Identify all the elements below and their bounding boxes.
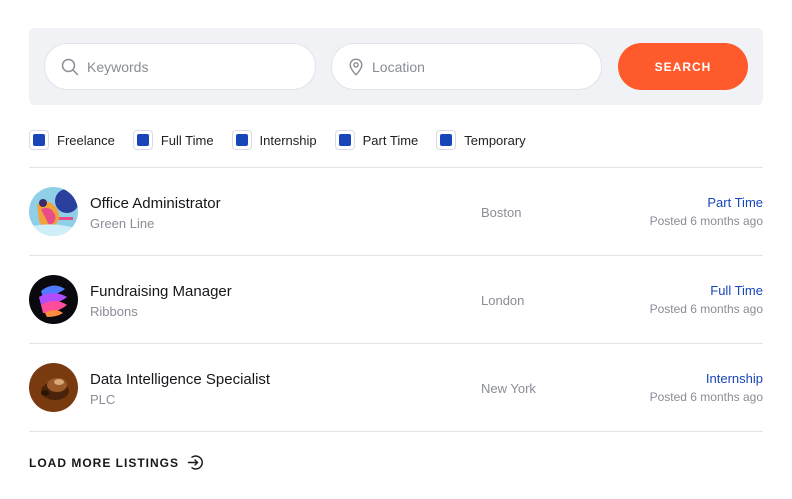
- part-time-checkbox[interactable]: [334, 130, 355, 150]
- filter-label: Freelance: [57, 132, 115, 148]
- job-listings-page: SEARCH Freelance Full Time Internship Pa…: [0, 0, 792, 499]
- location-input[interactable]: [372, 58, 572, 75]
- listing-row[interactable]: Fundraising Manager Ribbons London Full …: [29, 256, 763, 344]
- company-name: Green Line: [90, 216, 155, 231]
- temporary-checkbox[interactable]: [436, 130, 457, 150]
- job-title[interactable]: Office Administrator: [90, 195, 221, 212]
- filter-part-time[interactable]: Part Time: [334, 130, 419, 150]
- divider: [29, 431, 763, 432]
- job-type-badge: Full Time: [710, 283, 763, 298]
- filter-freelance[interactable]: Freelance: [29, 130, 115, 150]
- job-type-filters: Freelance Full Time Internship Part Time…: [29, 129, 544, 151]
- internship-checkbox[interactable]: [231, 130, 252, 150]
- company-name: PLC: [90, 392, 116, 407]
- posted-date: Posted 6 months ago: [649, 214, 763, 228]
- job-location: New York: [481, 381, 536, 396]
- location-field[interactable]: [331, 43, 602, 90]
- company-logo: [29, 187, 78, 236]
- filter-temporary[interactable]: Temporary: [436, 130, 526, 150]
- listing-row[interactable]: Office Administrator Green Line Boston P…: [29, 168, 763, 256]
- keywords-input[interactable]: [87, 58, 287, 75]
- job-type-badge: Internship: [705, 371, 763, 386]
- full-time-checkbox[interactable]: [132, 130, 153, 150]
- filter-label: Temporary: [464, 132, 526, 148]
- search-panel: SEARCH: [29, 28, 763, 105]
- freelance-checkbox[interactable]: [29, 130, 49, 150]
- job-location: Boston: [481, 205, 522, 220]
- arrow-right-circle-icon: [187, 455, 203, 470]
- posted-date: Posted 6 months ago: [649, 302, 763, 316]
- keywords-field[interactable]: [44, 43, 316, 90]
- load-more-button[interactable]: LOAD MORE LISTINGS: [29, 454, 204, 471]
- job-title[interactable]: Fundraising Manager: [90, 283, 232, 300]
- job-title[interactable]: Data Intelligence Specialist: [90, 371, 270, 388]
- posted-date: Posted 6 months ago: [649, 390, 763, 404]
- filter-label: Full Time: [160, 132, 214, 148]
- search-icon: [61, 58, 79, 75]
- company-logo: [29, 275, 78, 324]
- company-logo: [29, 363, 78, 412]
- listing-row[interactable]: Data Intelligence Specialist PLC New Yor…: [29, 344, 763, 432]
- job-type-badge: Part Time: [707, 195, 763, 210]
- load-more-label: LOAD MORE LISTINGS: [29, 455, 179, 470]
- filter-internship[interactable]: Internship: [231, 130, 317, 150]
- filter-label: Part Time: [362, 132, 419, 148]
- map-pin-icon: [349, 57, 363, 76]
- search-button[interactable]: SEARCH: [618, 43, 748, 90]
- filter-full-time[interactable]: Full Time: [132, 130, 214, 150]
- company-name: Ribbons: [90, 304, 138, 319]
- job-location: London: [481, 293, 525, 308]
- filter-label: Internship: [259, 132, 317, 148]
